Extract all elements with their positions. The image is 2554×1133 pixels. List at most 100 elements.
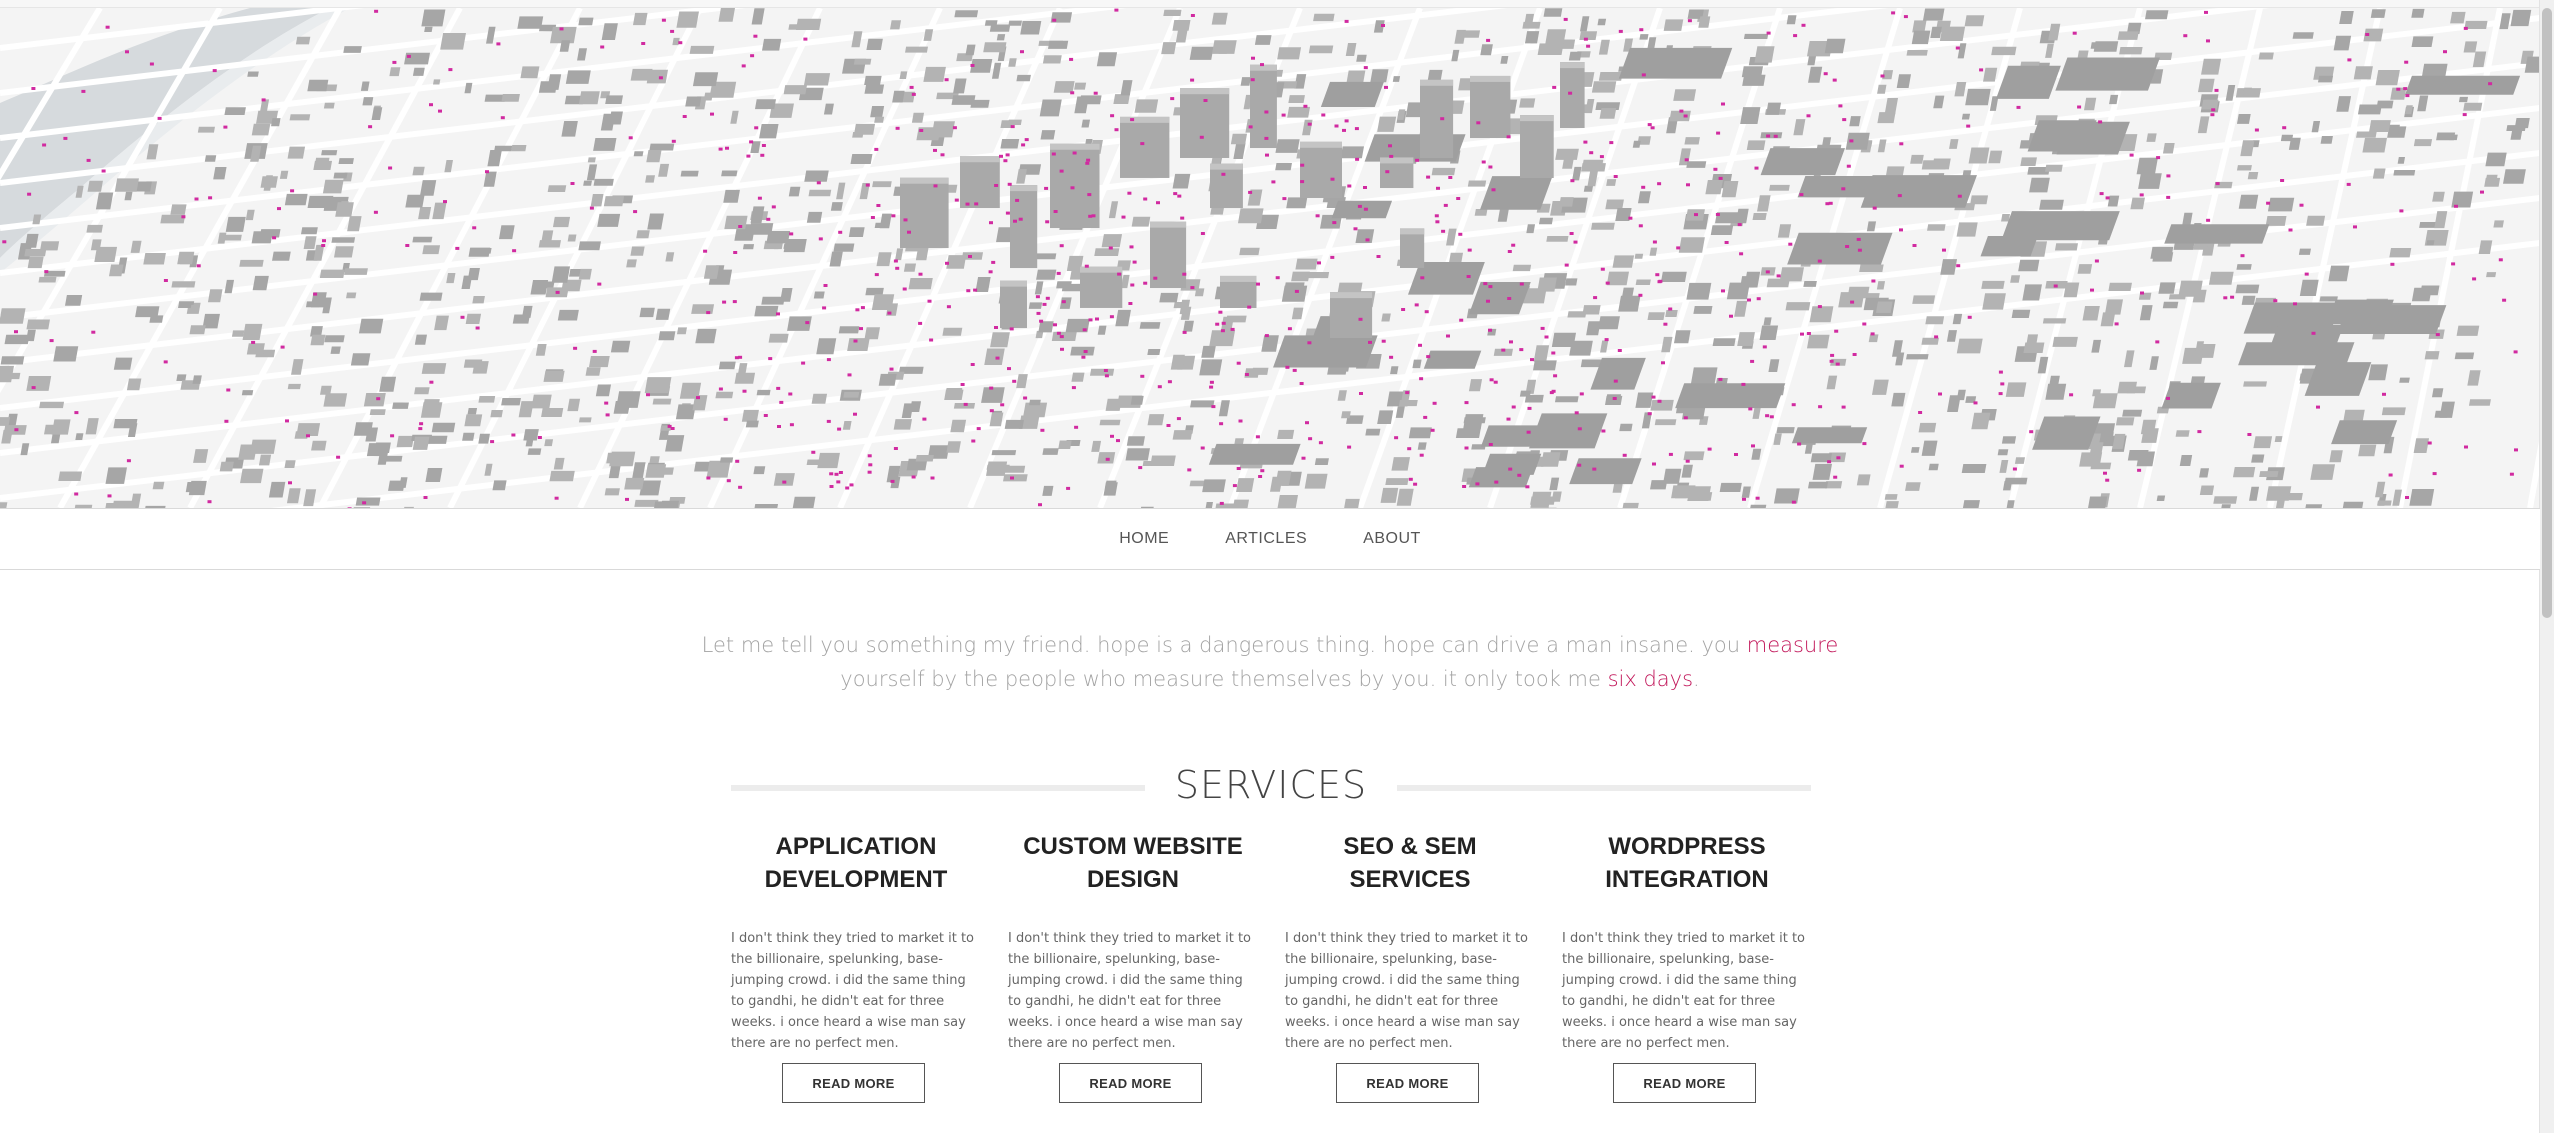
map-dot: [965, 202, 970, 206]
building: [323, 102, 335, 109]
building: [2393, 170, 2416, 176]
map-dot: [1130, 118, 1135, 122]
building: [2241, 295, 2256, 305]
map-dot: [2443, 50, 2447, 54]
quote-link-six-days[interactable]: six days: [1608, 667, 1693, 691]
map-dot: [829, 485, 834, 488]
building: [983, 42, 1007, 53]
hero-city-map: [0, 8, 2540, 508]
map-dot: [1676, 246, 1681, 250]
building: [692, 72, 719, 87]
map-dot: [1069, 57, 1074, 61]
map-dot: [1365, 238, 1370, 242]
nav-about[interactable]: ABOUT: [1335, 530, 1449, 548]
tower-roof: [1300, 141, 1342, 148]
map-dot: [1850, 300, 1855, 304]
building: [2370, 9, 2386, 18]
building: [268, 481, 286, 498]
nav-home[interactable]: HOME: [1091, 530, 1197, 548]
warehouse: [1208, 443, 1301, 465]
building: [660, 500, 680, 508]
tower: [1520, 115, 1554, 178]
building: [1562, 158, 1574, 169]
building: [207, 289, 223, 303]
building: [2052, 336, 2078, 347]
building: [1673, 89, 1697, 101]
building: [1859, 264, 1884, 272]
building: [2197, 78, 2215, 93]
building: [2362, 137, 2387, 153]
building: [2104, 299, 2124, 315]
building: [944, 389, 964, 401]
map-dot: [1641, 73, 1646, 77]
map-dot: [1042, 302, 1047, 306]
building: [374, 442, 391, 453]
map-dot: [753, 34, 758, 38]
map-dot: [1464, 446, 1469, 450]
quote-link-measure[interactable]: measure: [1747, 633, 1839, 657]
map-dot: [671, 139, 676, 143]
building: [680, 170, 699, 177]
building: [287, 383, 301, 390]
map-dot: [2514, 448, 2518, 452]
scrollbar-thumb[interactable]: [2542, 8, 2552, 618]
nav-articles[interactable]: ARTICLES: [1197, 530, 1335, 548]
read-more-button[interactable]: READ MORE: [1336, 1063, 1479, 1103]
building: [2463, 41, 2478, 53]
map-dot: [735, 459, 740, 463]
building: [425, 468, 443, 482]
map-dot: [1488, 443, 1493, 446]
building: [1598, 316, 1620, 330]
map-dot: [1842, 118, 1847, 122]
read-more-button[interactable]: READ MORE: [1059, 1063, 1202, 1103]
building: [783, 239, 807, 253]
building: [1910, 447, 1920, 453]
map-dot: [194, 197, 199, 201]
map-dot: [1553, 374, 1558, 378]
service-application-development: APPLICATION DEVELOPMENT I don't think the…: [731, 830, 981, 1130]
building: [874, 116, 885, 123]
building: [1686, 161, 1707, 168]
map-dot: [149, 62, 154, 66]
map-dot: [1303, 104, 1308, 108]
map-dot: [1321, 113, 1326, 117]
building: [1956, 338, 1983, 354]
building: [864, 84, 885, 94]
building: [1606, 179, 1617, 186]
map-dot: [2390, 262, 2395, 266]
map-dot: [2451, 262, 2456, 266]
map-dot: [1737, 223, 1742, 227]
map-dot: [1110, 434, 1114, 438]
map-dot: [1650, 126, 1655, 130]
map-dot: [1021, 143, 1026, 147]
map-dot: [922, 417, 927, 421]
map-dot: [2427, 441, 2432, 445]
building: [189, 325, 206, 335]
read-more-button[interactable]: READ MORE: [782, 1063, 925, 1103]
building: [2010, 275, 2021, 283]
building: [1130, 395, 1144, 405]
map-dot: [1072, 151, 1077, 155]
map-dot: [1010, 125, 1015, 129]
building: [38, 276, 57, 283]
map-dot: [889, 367, 894, 371]
building: [630, 246, 645, 256]
building: [1042, 55, 1062, 64]
map-dot: [14, 330, 18, 334]
building: [706, 460, 731, 478]
tower: [1300, 141, 1342, 198]
building: [864, 327, 881, 340]
map-dot: [1307, 341, 1312, 345]
building: [1392, 76, 1401, 82]
building: [171, 281, 196, 288]
building: [597, 213, 621, 227]
building: [2298, 248, 2311, 255]
read-more-button[interactable]: READ MORE: [1613, 1063, 1756, 1103]
map-dot: [2347, 58, 2352, 62]
building: [567, 398, 581, 412]
map-dot: [1501, 348, 1506, 352]
building: [1308, 45, 1334, 54]
page-scrollbar[interactable]: [2539, 0, 2554, 1133]
building: [813, 291, 825, 299]
building: [2136, 451, 2155, 467]
